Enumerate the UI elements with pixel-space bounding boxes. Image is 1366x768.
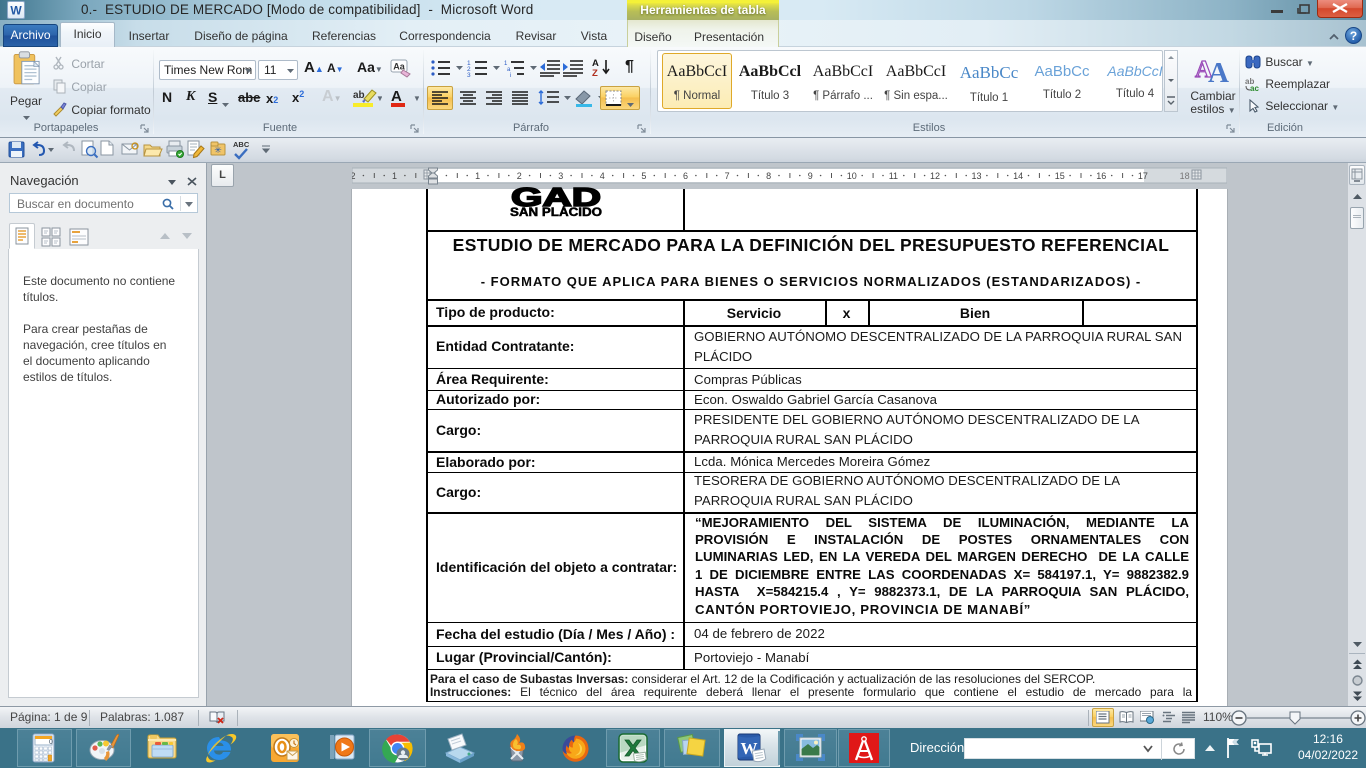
svg-text:ab: ab [353,90,365,101]
svg-text:10: 10 [847,171,857,181]
svg-text:2: 2 [517,171,522,181]
svg-text:0: 0 [49,739,53,746]
svg-text:12: 12 [930,171,940,181]
svg-text:ABC: ABC [233,140,250,149]
svg-text:16: 16 [1096,171,1106,181]
svg-text:17: 17 [1138,171,1148,181]
svg-text:9: 9 [808,171,813,181]
svg-text:7: 7 [725,171,730,181]
svg-text:3: 3 [467,72,471,77]
svg-text:1: 1 [475,171,480,181]
svg-text:15: 15 [1055,171,1065,181]
svg-text:13: 13 [971,171,981,181]
svg-text:i: i [510,73,511,77]
svg-text:SAN PLÁCIDO: SAN PLÁCIDO [510,206,602,219]
svg-text:1: 1 [392,171,397,181]
svg-text:4: 4 [600,171,605,181]
svg-text:18: 18 [1180,171,1190,181]
svg-text:GAD: GAD [511,185,601,207]
svg-text:5: 5 [641,171,646,181]
svg-text:8: 8 [766,171,771,181]
svg-text:11: 11 [889,171,898,181]
svg-text:A: A [1208,57,1229,83]
svg-text:A: A [391,88,402,105]
svg-text:▼: ▼ [413,94,419,103]
svg-text:14: 14 [1013,171,1023,181]
svg-text:2: 2 [352,171,356,181]
svg-text:ac: ac [1250,84,1259,91]
svg-text:W: W [10,4,22,18]
svg-text:Z: Z [592,68,598,77]
svg-text:3: 3 [558,171,563,181]
svg-text:▼: ▼ [376,94,382,103]
svg-text:✳: ✳ [214,145,222,155]
svg-text:6: 6 [683,171,688,181]
